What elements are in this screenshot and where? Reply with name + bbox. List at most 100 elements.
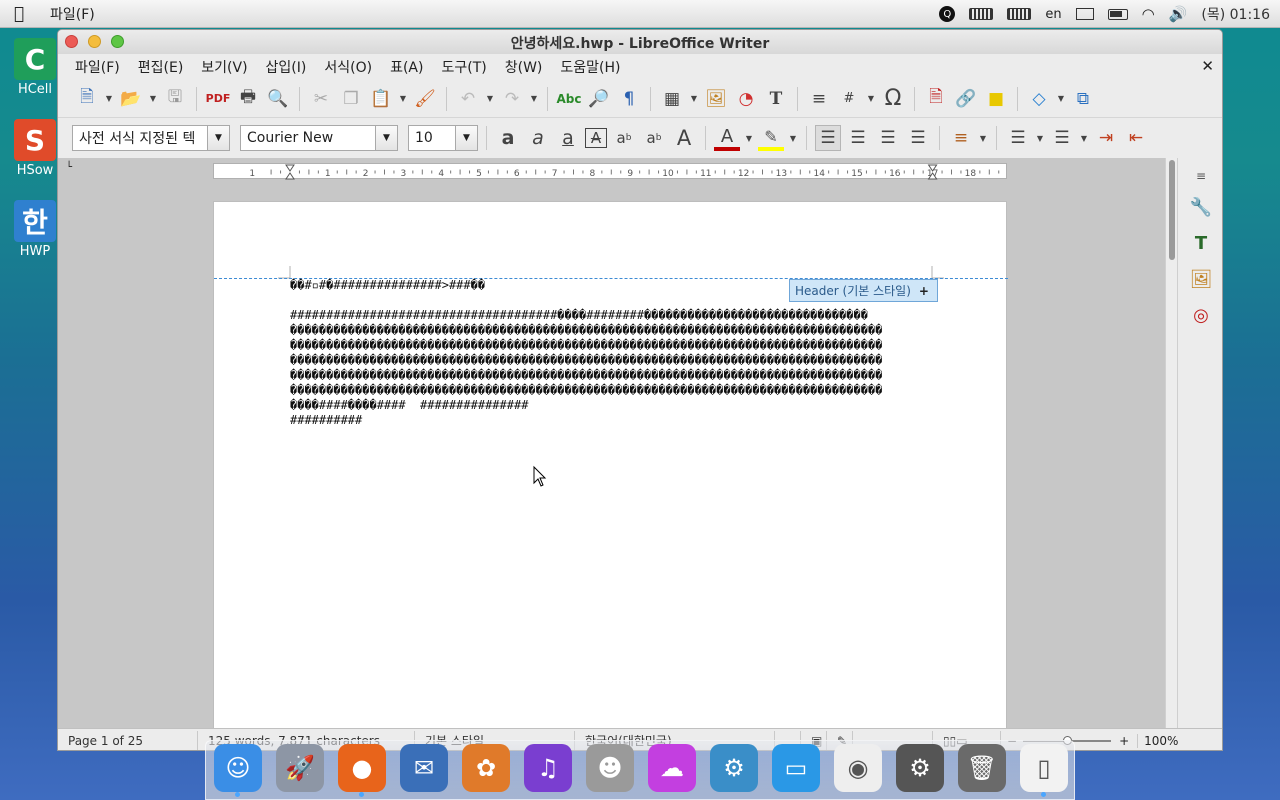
keyboard-layout-icon[interactable] xyxy=(1007,8,1032,20)
document-text-line[interactable]: ����������������������������������������… xyxy=(290,338,882,353)
strikethrough-icon[interactable]: A xyxy=(585,128,607,148)
subscript-icon[interactable]: ab xyxy=(641,125,667,151)
chevron-down-icon[interactable]: ▼ xyxy=(744,134,754,143)
clock[interactable]: (목) 01:16 xyxy=(1201,4,1270,24)
menu-item[interactable]: 표(A) xyxy=(381,60,432,76)
toggles-icon[interactable]: ◉ xyxy=(834,744,882,792)
document-text-line[interactable]: ����������������������������������������… xyxy=(290,353,882,368)
line-spacing-icon[interactable]: ≡ xyxy=(948,125,974,151)
cut-icon[interactable]: ✂ xyxy=(308,86,334,112)
insert-comment-icon[interactable]: ■ xyxy=(983,86,1009,112)
document-text-line[interactable]: #####################################���… xyxy=(290,308,868,323)
font-size-combo[interactable]: 10 ▼ xyxy=(408,125,478,151)
system-preferences-icon[interactable]: ⚙ xyxy=(896,744,944,792)
insert-image-icon[interactable]: 🖼 xyxy=(703,86,729,112)
chevron-down-icon[interactable]: ▼ xyxy=(148,94,158,103)
chevron-down-icon[interactable]: ▼ xyxy=(485,94,495,103)
insert-textbox-icon[interactable]: T xyxy=(763,86,789,112)
hcell-app-icon[interactable]: C xyxy=(14,38,56,80)
print-preview-icon[interactable]: 🔍 xyxy=(265,86,291,112)
sidebar-menu-icon[interactable]: ≡ xyxy=(1188,168,1214,184)
basic-shapes-icon[interactable]: ◇ xyxy=(1026,86,1052,112)
chevron-down-icon[interactable]: ▼ xyxy=(1079,134,1089,143)
properties-icon[interactable]: 🔧 xyxy=(1188,194,1214,220)
menu-item[interactable]: 편집(E) xyxy=(129,60,193,76)
font-name-combo[interactable]: Courier New ▼ xyxy=(240,125,398,151)
chevron-down-icon[interactable]: ▼ xyxy=(689,94,699,103)
find-replace-icon[interactable]: 🔎 xyxy=(586,86,612,112)
mail-icon[interactable] xyxy=(1075,8,1094,20)
zoom-level[interactable]: 100% xyxy=(1137,733,1178,748)
superscript-icon[interactable]: ab xyxy=(611,125,637,151)
document-workspace[interactable]: └ 1123456789101112131415161718 Header (기… xyxy=(58,158,1165,728)
highlight-icon[interactable]: ✎ xyxy=(758,125,784,151)
hsow-app-icon[interactable]: S xyxy=(14,119,56,161)
os-app-menu[interactable]: 파일(F) xyxy=(50,4,95,24)
export-pdf-icon[interactable]: PDF xyxy=(205,86,231,112)
document-text-line[interactable]: ����������������������������������������… xyxy=(290,368,882,383)
menu-item[interactable]: 도움말(H) xyxy=(551,60,629,76)
document-text-line[interactable]: ����������������������������������������… xyxy=(290,323,882,338)
redo-icon[interactable]: ↷ xyxy=(499,86,525,112)
italic-icon[interactable]: a xyxy=(525,125,551,151)
insert-field-icon[interactable]: # xyxy=(836,86,862,112)
desktop-icon-hwp[interactable]: 한 HWP xyxy=(10,200,60,259)
tab-stop-icon[interactable]: └ xyxy=(66,162,72,173)
align-left-icon[interactable]: ☰ xyxy=(815,125,841,151)
apple-icon[interactable]:  xyxy=(0,4,38,24)
menu-item[interactable]: 삽입(I) xyxy=(257,60,316,76)
insert-chart-icon[interactable]: ◔ xyxy=(733,86,759,112)
thunderbird-icon[interactable]: ✉ xyxy=(400,744,448,792)
finder-icon[interactable]: ☺ xyxy=(214,744,262,792)
document-text-line[interactable]: ����####����#### ############### xyxy=(290,398,528,413)
print-icon[interactable]: 🖶 xyxy=(235,86,261,112)
input-language[interactable]: en xyxy=(1045,7,1061,22)
insert-hyperlink-icon[interactable]: 🔗 xyxy=(953,86,979,112)
special-character-icon[interactable]: Ω xyxy=(880,86,906,112)
zoom-in-icon[interactable]: + xyxy=(1111,734,1137,748)
chevron-down-icon[interactable]: ▼ xyxy=(1035,134,1045,143)
menu-item[interactable]: 보기(V) xyxy=(192,60,256,76)
open-folder-icon[interactable]: 📂 xyxy=(118,86,144,112)
page-count[interactable]: Page 1 of 25 xyxy=(58,730,198,750)
hwp-app-icon[interactable]: 한 xyxy=(14,200,56,242)
itunes-icon[interactable]: ♫ xyxy=(524,744,572,792)
justify-icon[interactable]: ☰ xyxy=(905,125,931,151)
chevron-down-icon[interactable]: ▼ xyxy=(398,94,408,103)
close-document-icon[interactable]: ✕ xyxy=(1201,57,1214,75)
insert-pagebreak-icon[interactable]: ≡ xyxy=(806,86,832,112)
decrease-indent-icon[interactable]: ⇤ xyxy=(1123,125,1149,151)
chevron-down-icon[interactable]: ▼ xyxy=(866,94,876,103)
document-text-line[interactable]: ��#▫#�###############>###�� xyxy=(290,278,485,293)
desktop-icon-hcell[interactable]: C HCell xyxy=(10,38,60,97)
increase-indent-icon[interactable]: ⇥ xyxy=(1093,125,1119,151)
styles-icon[interactable]: T xyxy=(1188,230,1214,256)
chevron-down-icon[interactable]: ▼ xyxy=(1056,94,1066,103)
title-bar[interactable]: 안녕하세요.hwp - LibreOffice Writer xyxy=(58,30,1222,54)
new-document-icon[interactable]: 🗎 xyxy=(74,86,100,112)
left-indent-marker[interactable] xyxy=(285,164,295,180)
keyboard-icon[interactable] xyxy=(969,8,994,20)
font-color-icon[interactable]: A xyxy=(714,125,740,151)
spellcheck-icon[interactable]: Abc xyxy=(556,86,582,112)
menu-item[interactable]: 도구(T) xyxy=(432,60,495,76)
paragraph-style-combo[interactable]: 사전 서식 지정된 텍 ▼ xyxy=(72,125,230,151)
document-text-line[interactable]: ����������������������������������������… xyxy=(290,383,882,398)
icloud-icon[interactable]: ☁ xyxy=(648,744,696,792)
clone-formatting-icon[interactable]: 🖌 xyxy=(412,86,438,112)
bold-icon[interactable]: a xyxy=(495,125,521,151)
document-icon[interactable]: ▯ xyxy=(1020,744,1068,792)
shadow-icon[interactable]: A xyxy=(671,125,697,151)
chevron-down-icon[interactable]: ▼ xyxy=(529,94,539,103)
insert-footnote-icon[interactable]: 🗎 xyxy=(923,86,949,112)
navigator-icon[interactable]: ◎ xyxy=(1188,302,1214,328)
numbered-list-icon[interactable]: ☰ xyxy=(1049,125,1075,151)
draw-functions-icon[interactable]: ⧉ xyxy=(1070,86,1096,112)
menu-item[interactable]: 서식(O) xyxy=(315,60,381,76)
remote-desktop-icon[interactable]: ▭ xyxy=(772,744,820,792)
horizontal-ruler[interactable]: 1123456789101112131415161718 xyxy=(213,163,1007,180)
bullet-list-icon[interactable]: ☰ xyxy=(1005,125,1031,151)
desktop-icon-hsow[interactable]: S HSow xyxy=(10,119,60,178)
add-header-icon[interactable]: + xyxy=(919,284,929,298)
formatting-marks-icon[interactable]: ¶ xyxy=(616,86,642,112)
